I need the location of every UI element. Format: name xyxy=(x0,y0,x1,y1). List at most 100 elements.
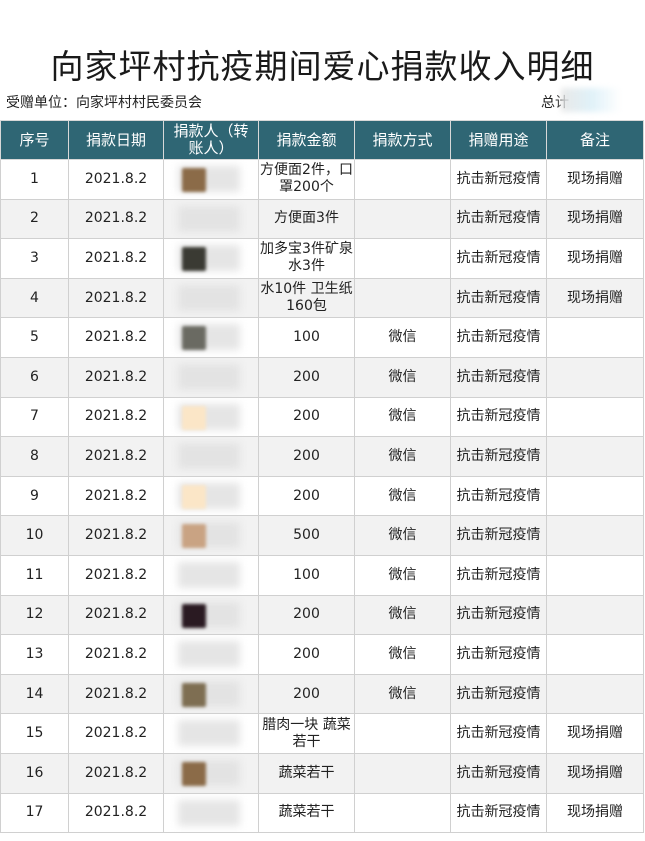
cell-donor xyxy=(163,198,259,240)
cell-method xyxy=(354,277,451,319)
cell-no: 3 xyxy=(0,238,69,279)
cell-method: 微信 xyxy=(354,356,451,398)
cell-donor xyxy=(163,713,259,754)
table-row: 9 2021.8.2 200 微信 抗击新冠疫情 xyxy=(0,475,644,517)
cell-donor xyxy=(163,317,259,358)
cell-donor xyxy=(163,436,259,477)
header-no: 序号 xyxy=(0,120,69,160)
cell-donor xyxy=(163,475,259,517)
cell-note: 现场捐赠 xyxy=(546,238,644,279)
cell-no: 11 xyxy=(0,554,69,596)
cell-method xyxy=(354,159,451,200)
cell-donor xyxy=(163,159,259,200)
cell-no: 8 xyxy=(0,436,69,477)
donor-avatar-redacted xyxy=(182,247,206,272)
cell-note xyxy=(546,594,644,636)
cell-no: 2 xyxy=(0,198,69,240)
table-row: 10 2021.8.2 500 微信 抗击新冠疫情 xyxy=(0,515,644,556)
cell-method: 微信 xyxy=(354,396,451,438)
cell-date: 2021.8.2 xyxy=(68,317,164,358)
donor-avatar-redacted xyxy=(182,405,206,430)
cell-amount: 200 xyxy=(258,356,355,398)
page-title: 向家坪村抗疫期间爱心捐款收入明细 xyxy=(50,47,595,86)
cell-date: 2021.8.2 xyxy=(68,238,164,279)
cell-no: 7 xyxy=(0,396,69,438)
header-note: 备注 xyxy=(546,120,644,160)
table-row: 11 2021.8.2 100 微信 抗击新冠疫情 xyxy=(0,554,644,596)
cell-date: 2021.8.2 xyxy=(68,634,164,675)
cell-note xyxy=(546,475,644,517)
cell-note: 现场捐赠 xyxy=(546,198,644,240)
table-header-row: 序号 捐款日期 捐款人（转账人） 捐款金额 捐款方式 捐赠用途 备注 xyxy=(0,120,644,160)
cell-note: 现场捐赠 xyxy=(546,159,644,200)
table-row: 1 2021.8.2 方便面2件，口罩200个 抗击新冠疫情 现场捐赠 xyxy=(0,159,644,200)
cell-no: 4 xyxy=(0,277,69,319)
cell-date: 2021.8.2 xyxy=(68,396,164,438)
donor-avatar-redacted xyxy=(182,484,206,509)
cell-purpose: 抗击新冠疫情 xyxy=(450,634,547,675)
header-donor: 捐款人（转账人） xyxy=(163,120,259,160)
table-row: 6 2021.8.2 200 微信 抗击新冠疫情 xyxy=(0,356,644,398)
donor-redaction xyxy=(178,205,240,232)
cell-donor xyxy=(163,634,259,675)
cell-method xyxy=(354,752,451,794)
donor-avatar-redacted xyxy=(182,603,206,628)
cell-no: 5 xyxy=(0,317,69,358)
table-row: 13 2021.8.2 200 微信 抗击新冠疫情 xyxy=(0,634,644,675)
cell-note: 现场捐赠 xyxy=(546,792,644,834)
cell-purpose: 抗击新冠疫情 xyxy=(450,713,547,754)
cell-amount: 200 xyxy=(258,594,355,636)
table-row: 7 2021.8.2 200 微信 抗击新冠疫情 xyxy=(0,396,644,438)
cell-purpose: 抗击新冠疫情 xyxy=(450,277,547,319)
cell-date: 2021.8.2 xyxy=(68,277,164,319)
cell-method xyxy=(354,713,451,754)
cell-amount: 200 xyxy=(258,673,355,715)
cell-note xyxy=(546,554,644,596)
donor-redaction xyxy=(178,363,240,390)
table-row: 12 2021.8.2 200 微信 抗击新冠疫情 xyxy=(0,594,644,636)
cell-donor xyxy=(163,752,259,794)
cell-donor xyxy=(163,594,259,636)
cell-no: 9 xyxy=(0,475,69,517)
cell-donor xyxy=(163,673,259,715)
cell-date: 2021.8.2 xyxy=(68,594,164,636)
recipient-label: 受赠单位：向家坪村村民委员会 xyxy=(6,95,202,111)
cell-no: 10 xyxy=(0,515,69,556)
cell-method: 微信 xyxy=(354,317,451,358)
cell-donor xyxy=(163,792,259,834)
cell-method: 微信 xyxy=(354,554,451,596)
cell-note: 现场捐赠 xyxy=(546,713,644,754)
cell-purpose: 抗击新冠疫情 xyxy=(450,594,547,636)
cell-date: 2021.8.2 xyxy=(68,713,164,754)
table-row: 4 2021.8.2 水10件 卫生纸160包 抗击新冠疫情 现场捐赠 xyxy=(0,277,644,319)
cell-note xyxy=(546,317,644,358)
cell-note xyxy=(546,436,644,477)
cell-purpose: 抗击新冠疫情 xyxy=(450,752,547,794)
cell-donor xyxy=(163,238,259,279)
cell-purpose: 抗击新冠疫情 xyxy=(450,356,547,398)
cell-amount: 200 xyxy=(258,634,355,675)
donor-redaction xyxy=(178,284,240,311)
cell-date: 2021.8.2 xyxy=(68,475,164,517)
donor-redaction xyxy=(178,443,240,470)
table-row: 14 2021.8.2 200 微信 抗击新冠疫情 xyxy=(0,673,644,715)
cell-date: 2021.8.2 xyxy=(68,198,164,240)
table-row: 16 2021.8.2 蔬菜若干 抗击新冠疫情 现场捐赠 xyxy=(0,752,644,794)
cell-purpose: 抗击新冠疫情 xyxy=(450,396,547,438)
header-method: 捐款方式 xyxy=(354,120,451,160)
header-donor-label: 捐款人（转账人） xyxy=(173,122,249,157)
donor-avatar-redacted xyxy=(182,761,206,786)
cell-method: 微信 xyxy=(354,634,451,675)
cell-amount: 加多宝3件矿泉水3件 xyxy=(258,238,355,279)
cell-amount: 500 xyxy=(258,515,355,556)
donation-table: 序号 捐款日期 捐款人（转账人） 捐款金额 捐款方式 捐赠用途 备注 1 2021… xyxy=(0,120,644,834)
cell-note xyxy=(546,396,644,438)
header-amount: 捐款金额 xyxy=(258,120,355,160)
cell-date: 2021.8.2 xyxy=(68,673,164,715)
cell-amount: 100 xyxy=(258,554,355,596)
donor-redaction xyxy=(178,641,240,668)
donor-avatar-redacted xyxy=(182,682,206,707)
cell-purpose: 抗击新冠疫情 xyxy=(450,159,547,200)
cell-donor xyxy=(163,277,259,319)
cell-purpose: 抗击新冠疫情 xyxy=(450,792,547,834)
